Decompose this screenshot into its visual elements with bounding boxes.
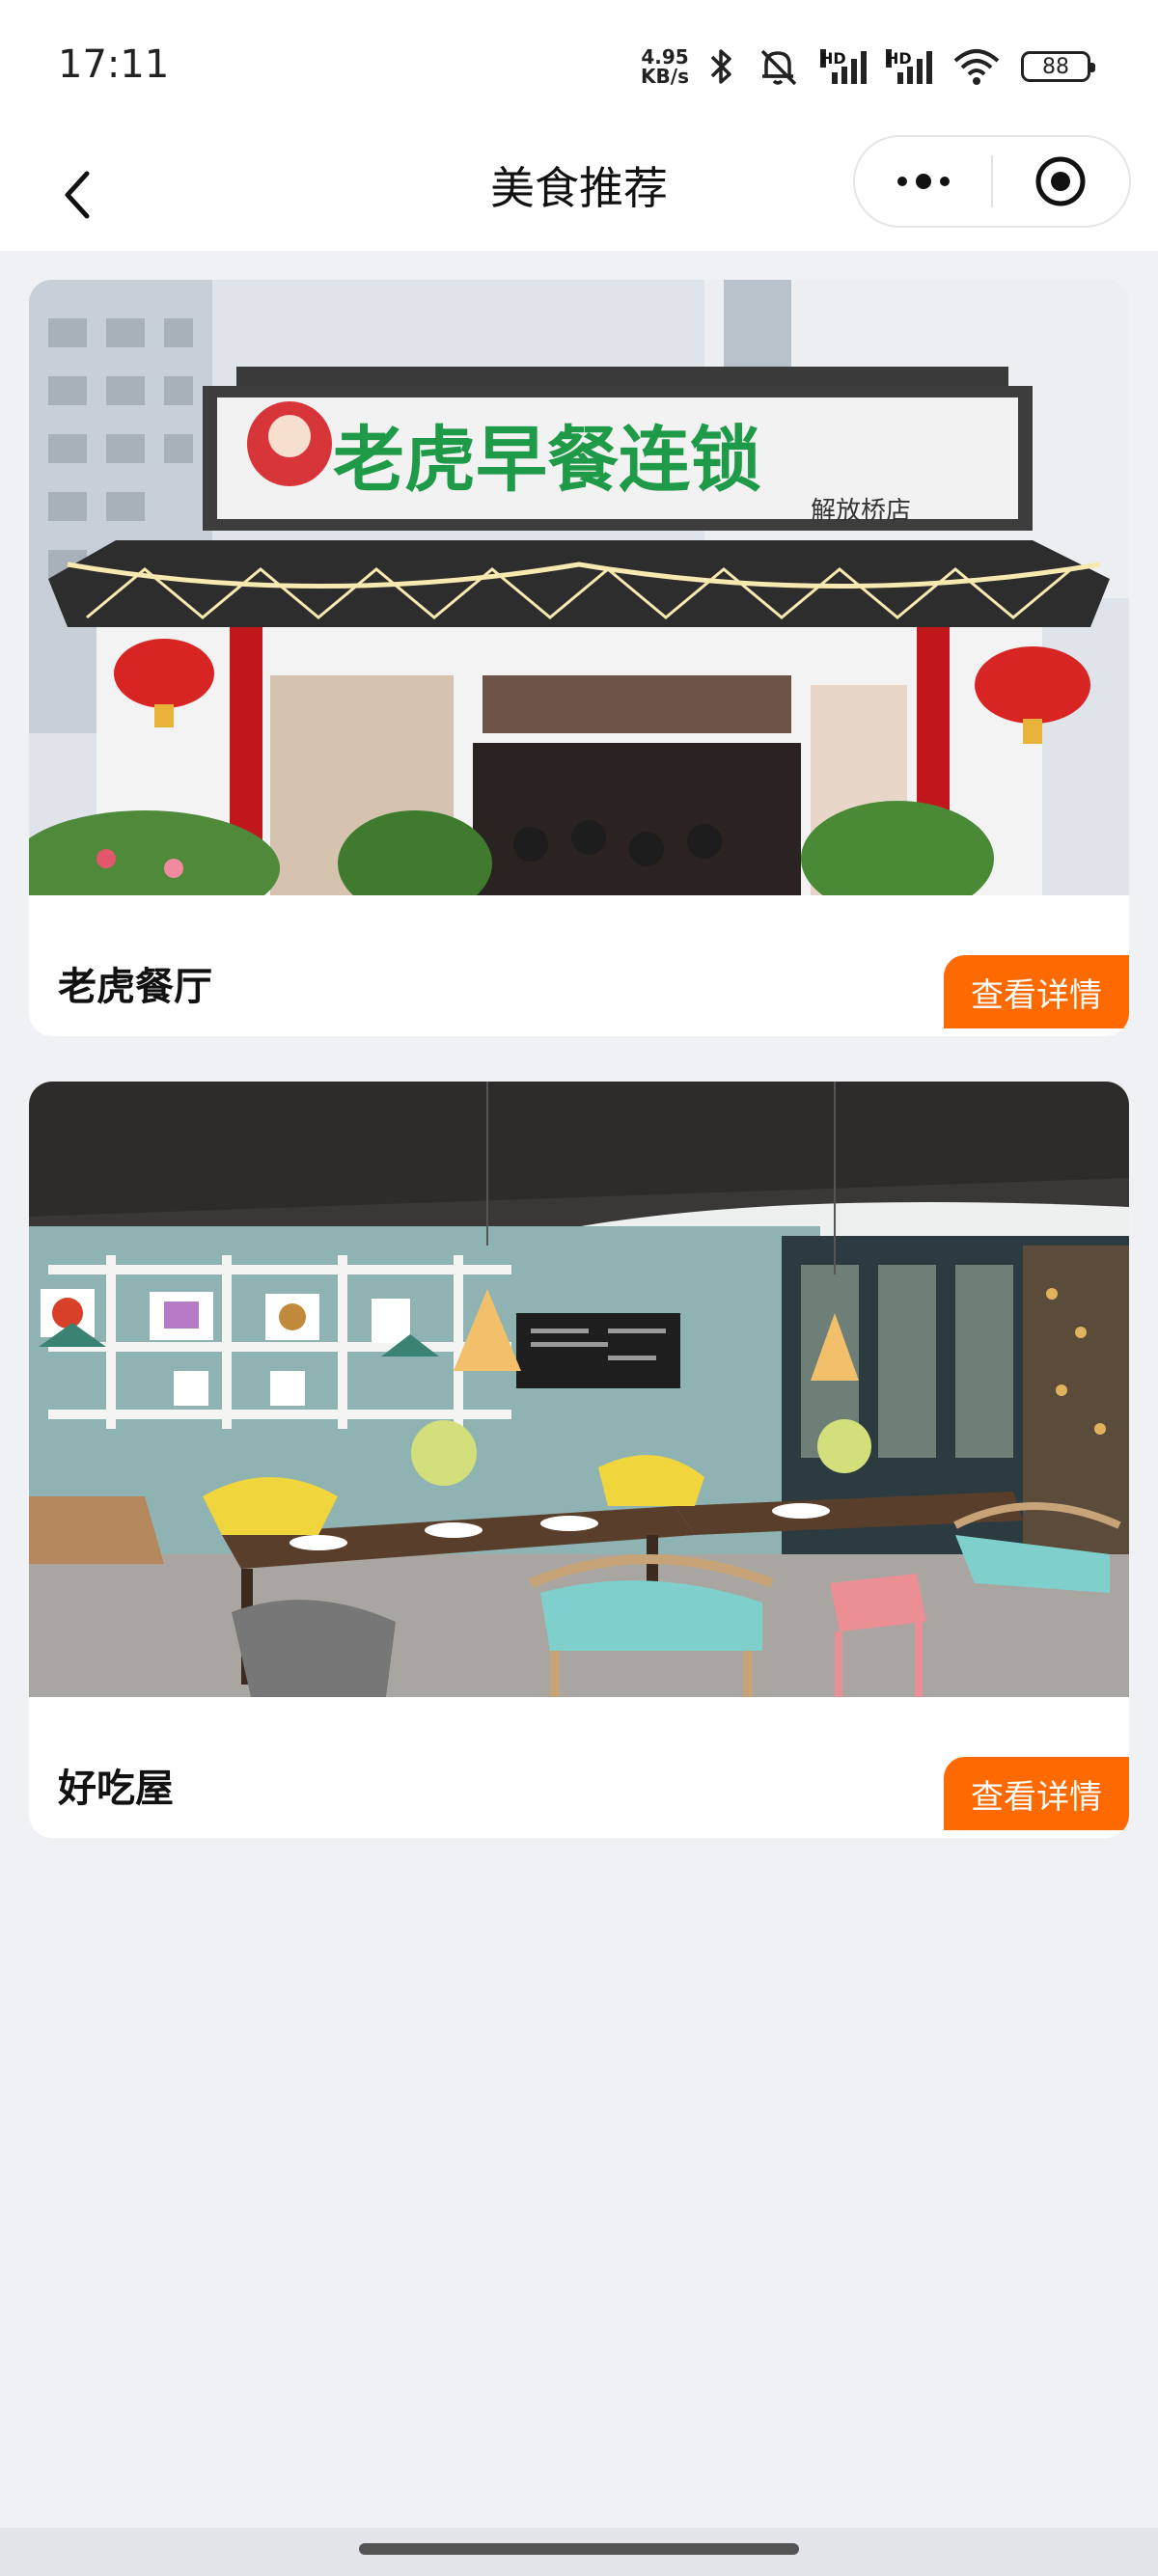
- restaurant-photo: 老虎早餐连锁 解放桥店: [29, 280, 1129, 895]
- status-time: 17:11: [58, 42, 170, 87]
- status-bar: 17:11 4.95 KB/s HD HD 88: [0, 0, 1158, 135]
- view-details-button[interactable]: 查看详情: [944, 1757, 1129, 1830]
- navigation-bar: 美食推荐: [0, 135, 1158, 251]
- close-button[interactable]: [993, 137, 1129, 226]
- sign-text: 老虎早餐连锁: [333, 419, 761, 502]
- home-indicator-bar[interactable]: [359, 2543, 799, 2555]
- sign-branch-text: 解放桥店: [811, 497, 911, 526]
- restaurant-card[interactable]: 老虎早餐连锁 解放桥店 老虎餐厅 查看详情: [29, 280, 1129, 1036]
- home-indicator-area: [0, 2528, 1158, 2576]
- restaurant-name: 老虎餐厅: [58, 965, 212, 1009]
- more-button[interactable]: [855, 137, 991, 226]
- net-speed-unit: KB/s: [641, 65, 689, 88]
- card-footer: 好吃屋 查看详情: [29, 1697, 1129, 1838]
- signal-2-label: HD: [886, 49, 912, 68]
- restaurant-name: 好吃屋: [58, 1767, 174, 1811]
- restaurant-card[interactable]: 好吃屋 查看详情: [29, 1082, 1129, 1838]
- restaurant-photo: [29, 1082, 1129, 1697]
- card-footer: 老虎餐厅 查看详情: [29, 895, 1129, 1036]
- net-speed-value: 4.95: [641, 45, 689, 69]
- signal-2-icon: HD: [886, 49, 932, 84]
- status-icons: 4.95 KB/s HD HD 88: [641, 42, 1095, 91]
- signal-1-label: HD: [820, 49, 846, 68]
- net-speed: 4.95 KB/s: [641, 47, 689, 86]
- wifi-icon: [953, 49, 1000, 85]
- battery-indicator: 88: [1021, 51, 1095, 82]
- mute-bell-icon: [760, 49, 797, 86]
- bluetooth-icon: [710, 49, 731, 84]
- target-close-icon: [1035, 156, 1086, 206]
- more-dots-icon: [896, 174, 950, 189]
- view-details-button[interactable]: 查看详情: [944, 955, 1129, 1028]
- mini-program-capsule: [853, 135, 1131, 228]
- signal-1-icon: HD: [820, 49, 867, 84]
